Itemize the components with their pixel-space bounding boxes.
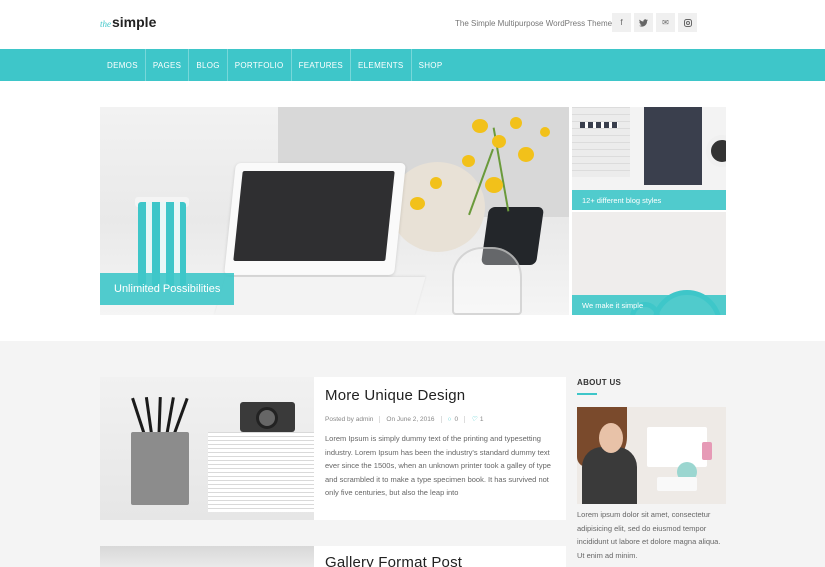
comment-count: 0 <box>454 415 459 423</box>
like-count: 1 <box>479 416 484 423</box>
post-author[interactable]: Posted by admin <box>325 415 381 423</box>
flower <box>485 177 503 193</box>
hero-glass-jar <box>452 247 522 315</box>
desk-paper <box>647 427 707 467</box>
flower <box>492 135 506 148</box>
post-thumbnail[interactable] <box>100 377 314 520</box>
post-title[interactable]: Gallery Format Post <box>325 554 555 567</box>
heart-icon: ♡ <box>471 416 477 423</box>
instagram-glyph <box>683 18 692 27</box>
post-excerpt: Lorem Ipsum is simply dummy text of the … <box>325 434 551 497</box>
site-logo[interactable]: thesimple <box>100 14 156 30</box>
side-card-2-caption: We make it simple <box>572 295 726 315</box>
nav-item-shop[interactable]: SHOP <box>412 49 450 81</box>
flower <box>472 119 488 133</box>
desk-item <box>702 442 712 460</box>
flower <box>462 155 475 167</box>
post-thumbnail[interactable] <box>100 546 314 567</box>
about-text: Lorem ipsum dolor sit amet, consectetur … <box>577 510 721 560</box>
email-icon[interactable]: ✉ <box>656 13 675 32</box>
flower <box>540 127 550 137</box>
logo-prefix: the <box>100 19 111 29</box>
nav-item-pages[interactable]: PAGES <box>146 49 190 81</box>
post-date: On June 2, 2016 <box>386 415 442 423</box>
hero-caption[interactable]: Unlimited Possibilities <box>100 273 235 305</box>
post-meta: Posted by admin On June 2, 2016 ○ 0 ♡ 1 <box>325 415 555 423</box>
twitter-bird-glyph <box>639 18 648 27</box>
person-body <box>582 447 637 504</box>
post-likes[interactable]: ♡ 1 <box>471 415 489 423</box>
desk-notebook <box>657 477 697 491</box>
hero-laptop-base <box>214 277 426 315</box>
flower <box>510 117 522 129</box>
watch-strap-image <box>580 122 618 128</box>
flower <box>518 147 534 162</box>
twitter-icon[interactable] <box>634 13 653 32</box>
post-card: More Unique Design Posted by admin On Ju… <box>314 377 566 520</box>
hero-side-card-2[interactable]: We make it simple <box>572 212 726 315</box>
camera-lens-image <box>256 407 278 429</box>
logo-main: simple <box>112 14 157 30</box>
post-comments[interactable]: ○ 0 <box>447 415 466 423</box>
flower <box>410 197 425 210</box>
keyboard-image <box>572 107 630 177</box>
hero-laptop-screen <box>233 171 395 261</box>
nav-item-demos[interactable]: DEMOS <box>100 49 146 81</box>
nav-item-features[interactable]: FEATURES <box>292 49 352 81</box>
nav-item-portfolio[interactable]: PORTFOLIO <box>228 49 292 81</box>
site-header: thesimple The Simple Multipurpose WordPr… <box>0 0 825 49</box>
instagram-icon[interactable] <box>678 13 697 32</box>
about-image <box>577 407 726 504</box>
nav-item-elements[interactable]: ELEMENTS <box>351 49 412 81</box>
pencil-cup-image <box>131 432 189 505</box>
hero-featured-image[interactable]: Unlimited Possibilities <box>100 107 569 315</box>
flower <box>430 177 442 189</box>
nav-item-blog[interactable]: BLOG <box>189 49 228 81</box>
hero-side-card-1[interactable]: 12+ different blog styles <box>572 107 726 210</box>
post-card: Gallery Format Post <box>314 546 566 567</box>
magazine-stack-image <box>208 432 314 512</box>
facebook-icon[interactable]: f <box>612 13 631 32</box>
heading-underline <box>577 393 597 395</box>
about-heading: ABOUT US <box>577 378 622 387</box>
post-title[interactable]: More Unique Design <box>325 387 555 404</box>
notebook-image <box>644 107 702 185</box>
person-face <box>599 423 623 453</box>
comment-icon: ○ <box>447 415 452 423</box>
side-card-1-caption: 12+ different blog styles <box>572 190 726 210</box>
site-tagline: The Simple Multipurpose WordPress Theme <box>455 19 613 28</box>
coffee-mug-image <box>706 135 726 167</box>
main-navigation: DEMOS PAGES BLOG PORTFOLIO FEATURES ELEM… <box>0 49 825 81</box>
social-links: f ✉ <box>612 13 697 32</box>
